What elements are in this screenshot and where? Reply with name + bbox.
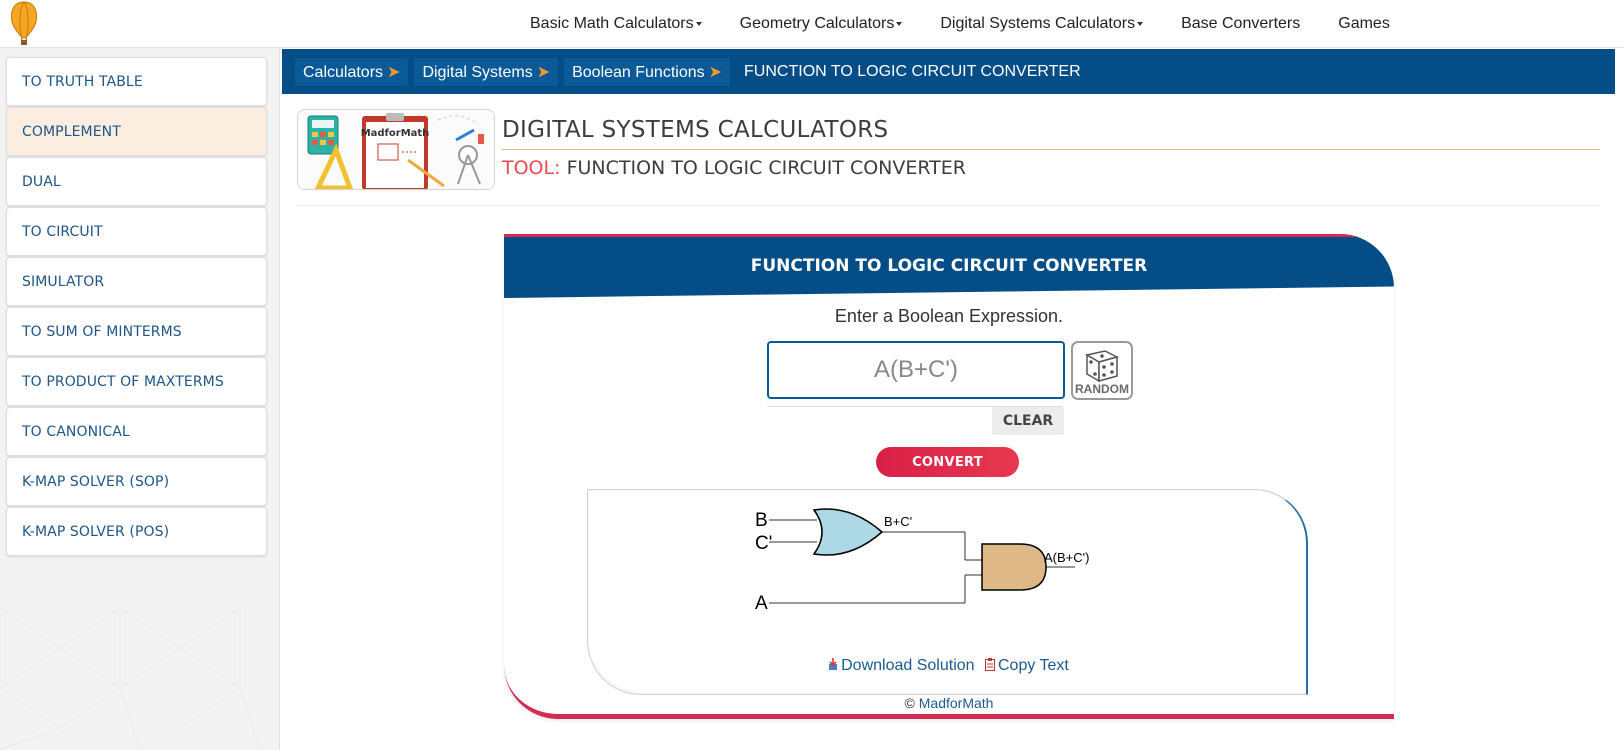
nav-base-converters-label: Base Converters bbox=[1181, 15, 1301, 32]
breadcrumb-label: Digital Systems bbox=[422, 63, 533, 81]
arrow-right-icon: ➤ bbox=[536, 63, 551, 81]
nav-basic-math[interactable]: Basic Math Calculators bbox=[530, 15, 702, 33]
nav-geometry[interactable]: Geometry Calculators bbox=[740, 15, 903, 33]
circuit-input-b: B bbox=[755, 510, 768, 531]
sidebar-item-label: COMPLEMENT bbox=[22, 123, 121, 140]
sidebar-item-label: K-MAP SOLVER (SOP) bbox=[22, 473, 170, 490]
dice-icon bbox=[1084, 350, 1120, 383]
page-title: DIGITAL SYSTEMS CALCULATORS bbox=[502, 117, 889, 143]
sidebar-item-label: K-MAP SOLVER (POS) bbox=[22, 523, 170, 540]
tool-card: FUNCTION TO LOGIC CIRCUIT CONVERTER Ente… bbox=[504, 234, 1394, 719]
clipboard-icon bbox=[985, 658, 995, 671]
breadcrumb-current: FUNCTION TO LOGIC CIRCUIT CONVERTER bbox=[744, 62, 1081, 80]
sidebar: TO TRUTH TABLE COMPLEMENT DUAL TO CIRCUI… bbox=[0, 48, 280, 750]
sidebar-item-label: TO SUM OF MINTERMS bbox=[22, 323, 182, 340]
and-gate-output-label: A(B+C') bbox=[1044, 550, 1089, 565]
breadcrumb-label: Boolean Functions bbox=[572, 63, 705, 81]
divider bbox=[502, 149, 1600, 150]
sidebar-item-label: DUAL bbox=[22, 173, 61, 190]
sidebar-item-label: TO TRUTH TABLE bbox=[22, 73, 143, 90]
nav-base-converters[interactable]: Base Converters bbox=[1181, 15, 1300, 33]
and-gate bbox=[981, 543, 1047, 591]
sidebar-item-kmap-pos[interactable]: K-MAP SOLVER (POS) bbox=[6, 507, 267, 556]
calculator-banner-image: MadforMath bbox=[297, 109, 495, 190]
random-button-label: RANDOM bbox=[1075, 382, 1129, 396]
caret-down-icon bbox=[695, 21, 702, 26]
sidebar-item-complement[interactable]: COMPLEMENT bbox=[6, 107, 267, 156]
copy-text-link[interactable]: Copy Text bbox=[985, 657, 1069, 674]
random-button[interactable]: RANDOM bbox=[1071, 341, 1133, 400]
arrow-right-icon: ➤ bbox=[708, 63, 723, 81]
circuit-input-c-not: C' bbox=[755, 533, 772, 554]
nav-digital-systems[interactable]: Digital Systems Calculators bbox=[940, 15, 1144, 33]
boolean-expression-input[interactable] bbox=[767, 341, 1065, 399]
expression-prompt: Enter a Boolean Expression. bbox=[834, 306, 1064, 326]
circuit-result-panel: B C' A B+C' A(B+C') Download Solution Co… bbox=[587, 489, 1308, 695]
sidebar-item-to-sum-of-minterms[interactable]: TO SUM OF MINTERMS bbox=[6, 307, 267, 356]
sidebar-item-label: SIMULATOR bbox=[22, 273, 105, 290]
balloon-logo-icon[interactable] bbox=[8, 0, 40, 48]
tool-subtitle: TOOL: FUNCTION TO LOGIC CIRCUIT CONVERTE… bbox=[502, 157, 966, 179]
copy-text-label: Copy Text bbox=[998, 657, 1069, 674]
breadcrumb-boolean-functions[interactable]: Boolean Functions ➤ bbox=[564, 57, 731, 86]
sidebar-item-to-truth-table[interactable]: TO TRUTH TABLE bbox=[6, 57, 267, 106]
sidebar-item-label: TO CIRCUIT bbox=[22, 223, 103, 240]
clear-button[interactable]: CLEAR bbox=[992, 407, 1064, 435]
sidebar-item-dual[interactable]: DUAL bbox=[6, 157, 267, 206]
or-gate bbox=[812, 508, 884, 556]
convert-button[interactable]: CONVERT bbox=[876, 447, 1019, 477]
nav-games-label: Games bbox=[1338, 15, 1390, 32]
download-solution-label: Download Solution bbox=[841, 657, 975, 674]
breadcrumb-digital-systems[interactable]: Digital Systems ➤ bbox=[414, 57, 559, 86]
tool-name: FUNCTION TO LOGIC CIRCUIT CONVERTER bbox=[566, 157, 967, 179]
nav-geometry-label: Geometry Calculators bbox=[739, 15, 895, 32]
download-solution-link[interactable]: Download Solution bbox=[828, 657, 975, 674]
sidebar-item-simulator[interactable]: SIMULATOR bbox=[6, 257, 267, 306]
caret-down-icon bbox=[1137, 21, 1144, 26]
sidebar-item-label: TO CANONICAL bbox=[22, 423, 130, 440]
breadcrumb: Calculators ➤ Digital Systems ➤ Boolean Fu… bbox=[282, 49, 1615, 94]
sidebar-item-to-canonical[interactable]: TO CANONICAL bbox=[6, 407, 267, 456]
divider bbox=[297, 205, 1600, 206]
tool-label: TOOL: bbox=[502, 157, 561, 179]
top-navbar: Basic Math Calculators Geometry Calculat… bbox=[0, 0, 1624, 48]
breadcrumb-label: Calculators bbox=[303, 63, 384, 81]
caret-down-icon bbox=[896, 21, 903, 26]
copyright-symbol: © bbox=[904, 695, 915, 711]
breadcrumb-calculators[interactable]: Calculators ➤ bbox=[295, 57, 409, 86]
logic-circuit-diagram: B C' A B+C' A(B+C') bbox=[755, 508, 1089, 614]
nav-games[interactable]: Games bbox=[1338, 15, 1390, 33]
nav-basic-math-label: Basic Math Calculators bbox=[530, 15, 694, 32]
download-icon bbox=[829, 658, 838, 670]
result-actions: Download Solution Copy Text bbox=[588, 657, 1309, 675]
sidebar-item-to-circuit[interactable]: TO CIRCUIT bbox=[6, 207, 267, 256]
top-nav-menu: Basic Math Calculators Geometry Calculat… bbox=[530, 0, 1428, 48]
circuit-input-a: A bbox=[755, 593, 768, 614]
tool-footer: © MadforMath bbox=[504, 695, 1394, 711]
nav-digital-systems-label: Digital Systems Calculators bbox=[940, 15, 1136, 32]
sidebar-item-label: TO PRODUCT OF MAXTERMS bbox=[22, 373, 224, 390]
banner-logo-text: MadforMath bbox=[361, 128, 430, 139]
arrow-right-icon: ➤ bbox=[387, 63, 401, 81]
sidebar-item-kmap-sop[interactable]: K-MAP SOLVER (SOP) bbox=[6, 457, 267, 506]
tool-card-title: FUNCTION TO LOGIC CIRCUIT CONVERTER bbox=[750, 256, 1148, 276]
or-gate-output-label: B+C' bbox=[884, 514, 912, 529]
madformath-link[interactable]: MadforMath bbox=[919, 695, 994, 711]
sidebar-item-to-product-of-maxterms[interactable]: TO PRODUCT OF MAXTERMS bbox=[6, 357, 267, 406]
